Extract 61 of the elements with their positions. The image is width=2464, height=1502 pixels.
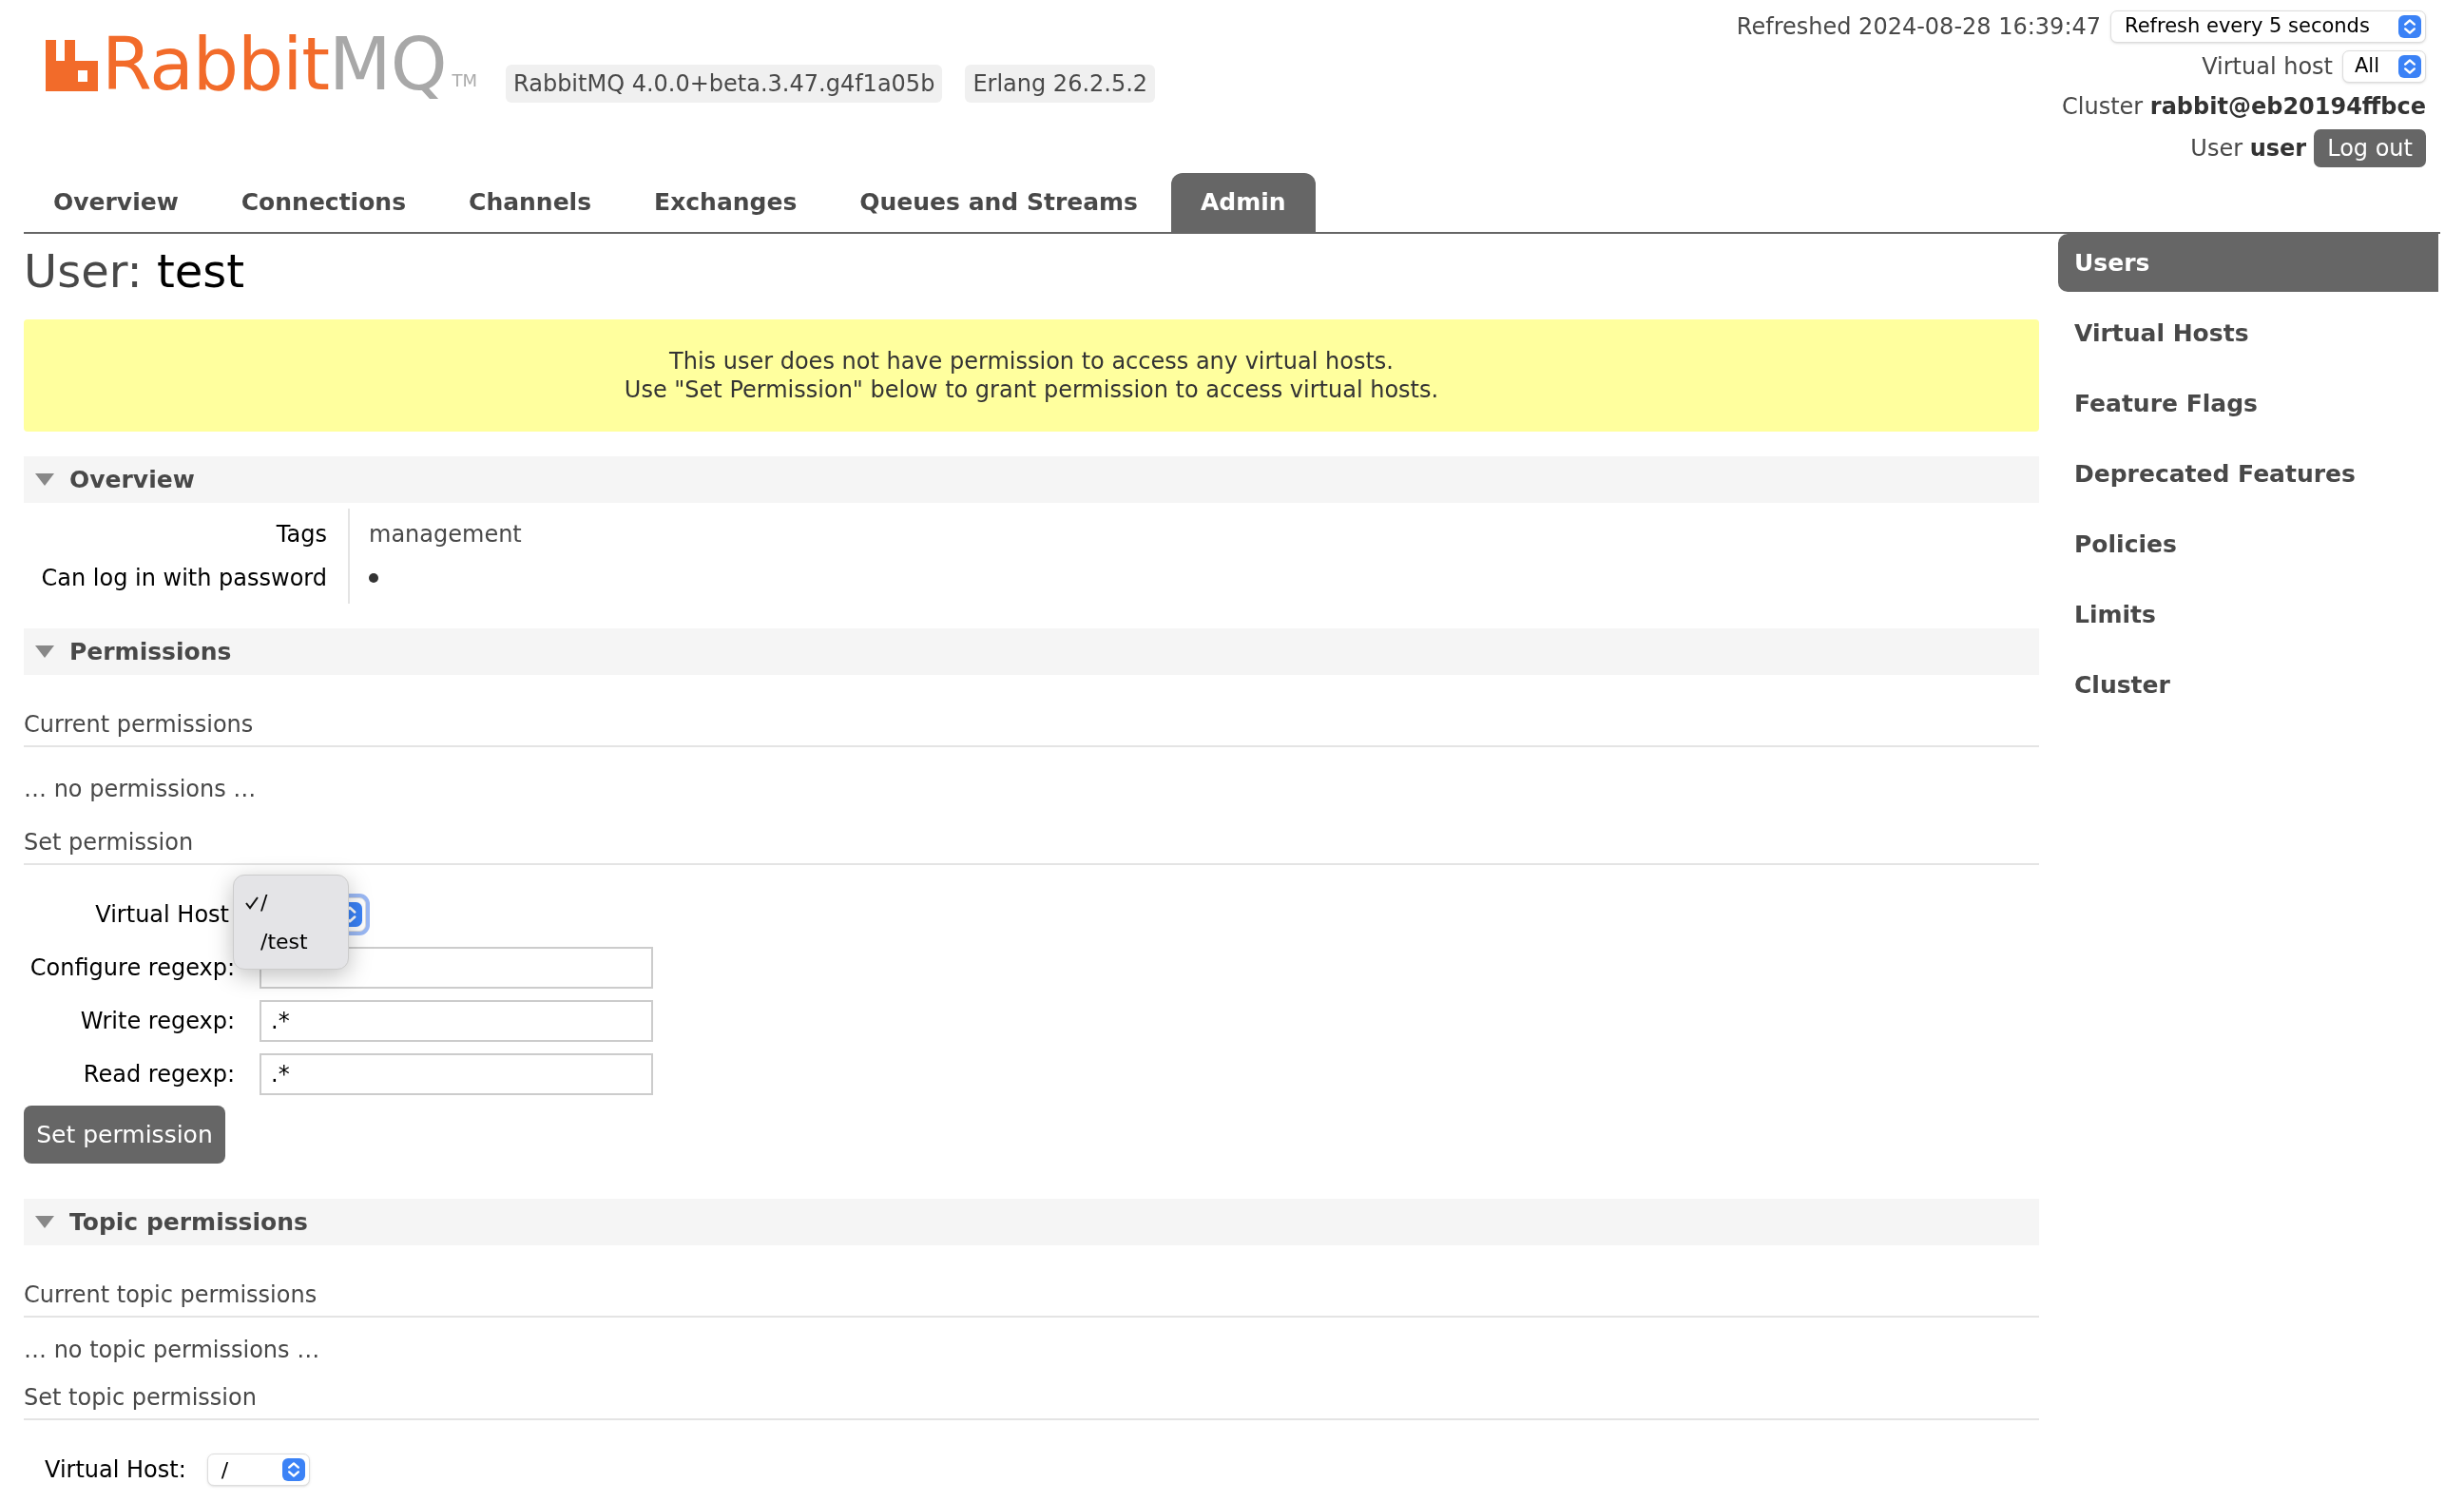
input-field[interactable]: .* [260, 1053, 653, 1095]
property-value: management [369, 520, 522, 549]
nav-tab[interactable]: Admin [1170, 173, 1316, 232]
sidebar-item[interactable]: Virtual Hosts [2058, 304, 2438, 362]
version-badge: RabbitMQ 4.0.0+beta.3.47.g4f1a05b [506, 65, 943, 103]
subsection-heading: Current permissions [24, 711, 254, 738]
subsection-heading: Set permission [24, 829, 194, 856]
sidebar-item[interactable]: Limits [2058, 586, 2438, 644]
section-title: Permissions [69, 636, 232, 667]
logout-button[interactable]: Log out [2314, 129, 2426, 167]
version-badge: Erlang 26.2.5.2 [965, 65, 1156, 103]
notice-text: This user does not have permission to access any virtual hosts. [669, 347, 1394, 376]
collapse-icon[interactable] [35, 1215, 54, 1229]
dropdown-option[interactable]: /test [234, 922, 348, 961]
sidebar-item[interactable]: Policies [2058, 515, 2438, 573]
collapse-icon[interactable] [35, 645, 54, 659]
page-title: User: test [24, 243, 245, 299]
nav-tab[interactable]: Exchanges [625, 173, 827, 232]
check-icon [245, 895, 259, 910]
field-label: Virtual Host [95, 900, 229, 930]
field-label: Write regexp: [80, 1007, 235, 1036]
refreshed-time: Refreshed 2024-08-28 16:39:47 [1736, 12, 2101, 42]
set-permission-button[interactable]: Set permission [24, 1106, 225, 1164]
collapse-icon[interactable] [35, 472, 54, 487]
property-label: Can log in with password [41, 564, 327, 593]
nav-tab[interactable]: Queues and Streams [830, 173, 1167, 232]
sidebar-item[interactable]: Deprecated Features [2058, 445, 2438, 503]
dropdown-option[interactable]: / [234, 883, 348, 922]
empty-message: … no permissions … [24, 775, 258, 804]
section-title: Overview [69, 464, 195, 495]
vhost-filter-select[interactable]: All [2342, 50, 2426, 83]
stepper-icon [2398, 55, 2421, 78]
sidebar-item[interactable]: Users [2058, 234, 2438, 292]
vhost-select[interactable]: / [206, 1454, 310, 1486]
trademark: TM [452, 69, 478, 92]
nav-tab[interactable]: Channels [439, 173, 622, 232]
stepper-icon [281, 1458, 305, 1481]
subsection-heading: Set topic permission [24, 1384, 257, 1411]
section-header[interactable]: Permissions [24, 628, 2039, 675]
property-label: Tags [276, 520, 327, 549]
subsection-heading: Current topic permissions [24, 1281, 318, 1308]
nav-tab[interactable]: Connections [211, 173, 436, 232]
input-field[interactable]: .* [260, 1000, 653, 1042]
cluster-name: Cluster rabbit@eb20194ffbce [2062, 92, 2426, 122]
stepper-icon [2398, 15, 2421, 38]
refresh-select[interactable]: Refresh every 5 seconds [2110, 10, 2426, 43]
field-label: Read regexp: [83, 1060, 235, 1089]
field-label: Virtual Host: [45, 1455, 186, 1485]
logo-text: RabbitMQ [102, 29, 447, 101]
nav-tab[interactable]: Overview [24, 173, 208, 232]
section-header[interactable]: Overview [24, 456, 2039, 503]
empty-message: … no topic permissions … [24, 1336, 321, 1365]
section-title: Topic permissions [69, 1206, 308, 1238]
section-header[interactable]: Topic permissions [24, 1199, 2039, 1245]
sidebar-item[interactable]: Feature Flags [2058, 375, 2438, 433]
field-label: Configure regexp: [29, 953, 235, 983]
logo-icon [46, 40, 98, 91]
vhost-label: Virtual host [2202, 52, 2333, 82]
sidebar-item[interactable]: Cluster [2058, 656, 2438, 714]
notice-text: Use "Set Permission" below to grant permission to access virtual hosts. [624, 376, 1439, 404]
current-user: User user [2190, 134, 2307, 164]
